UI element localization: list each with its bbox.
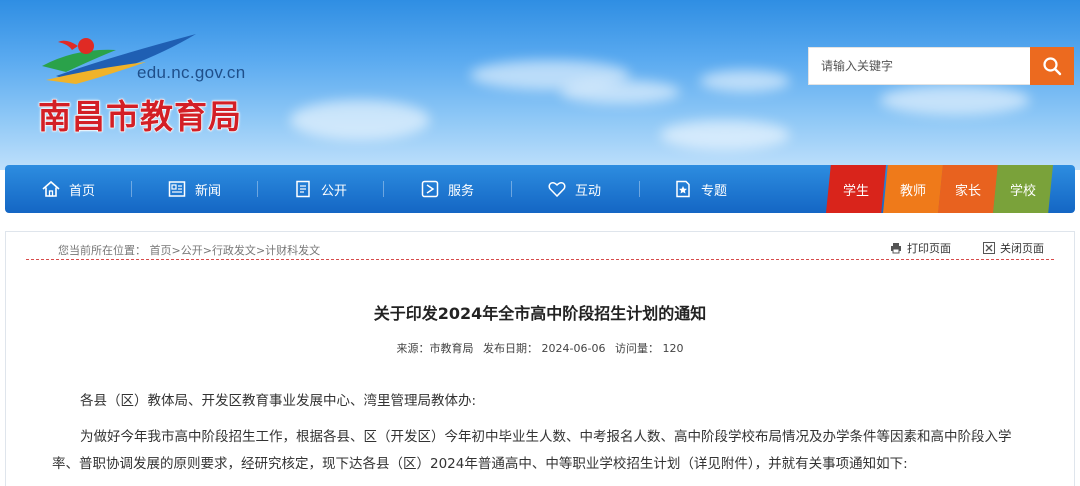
print-page-label: 打印页面 [907,242,951,255]
cloud-decoration [560,80,680,104]
nav-item-news[interactable]: 新闻 [167,165,221,213]
nav-item-home[interactable]: 首页 [41,165,95,213]
close-icon [983,242,995,254]
nav-item-public[interactable]: 公开 [293,165,347,213]
article-date: 发布日期： 2024-06-06 [483,342,606,355]
tab-label: 家长 [954,183,981,199]
tab-student[interactable]: 学生 [826,165,886,213]
breadcrumb-trail: 您当前所在位置： 首页>公开>行政发文>计财科发文 [58,242,320,258]
breadcrumb-prefix: 您当前所在位置： [58,244,146,257]
breadcrumb-link-finance-docs[interactable]: 计财科发文 [265,244,320,257]
nav-item-label: 互动 [575,183,602,199]
nav-item-service[interactable]: 服务 [420,165,474,213]
nav-item-label: 首页 [69,183,96,199]
service-arrow-icon [421,180,439,198]
nav-divider [257,181,258,197]
site-domain: edu.nc.gov.cn [137,63,246,82]
tab-parent[interactable]: 家长 [938,165,998,213]
tab-label: 学生 [842,183,869,199]
star-document-icon [676,180,690,198]
tab-label: 教师 [899,183,926,199]
search-input[interactable] [809,48,1030,84]
close-page-button[interactable]: 关闭页面 [983,240,1044,256]
cloud-decoration [290,100,430,140]
nav-item-interact[interactable]: 互动 [547,165,601,213]
tab-school[interactable]: 学校 [993,165,1053,213]
site-title[interactable]: 南昌市教育局 [38,90,242,138]
breadcrumb-separator: > [255,244,266,257]
nav-item-label: 服务 [448,183,475,199]
newspaper-icon [168,181,186,197]
cloud-decoration [660,120,790,150]
article-source: 来源：市教育局 [396,342,474,355]
breadcrumb-link-home[interactable]: 首页 [150,244,172,257]
article-salutation: 各县（区）教体局、开发区教育事业发展中心、湾里管理局教体办: [80,393,477,409]
cloud-decoration [700,70,790,92]
breadcrumb-separator: > [202,244,212,257]
article-container: 您当前所在位置： 首页>公开>行政发文>计财科发文 打印页面 关闭页面 关于印发… [5,231,1075,486]
nav-item-label: 新闻 [195,183,222,199]
nav-divider [131,181,132,197]
search-icon [1043,57,1062,76]
breadcrumb-link-public[interactable]: 公开 [181,244,203,257]
print-page-button[interactable]: 打印页面 [890,240,951,256]
nav-item-label: 专题 [701,183,728,199]
nav-item-label: 公开 [321,183,348,199]
breadcrumb-separator: > [171,244,181,257]
nav-item-topics[interactable]: 专题 [673,165,727,213]
cloud-decoration [880,85,1030,115]
home-icon [42,180,60,197]
nav-divider [639,181,640,197]
close-page-label: 关闭页面 [1000,242,1044,255]
nav-divider [511,181,512,197]
main-nav: 首页 新闻 公开 服务 互动 专题 学生 教师 家长 学校 [5,165,1075,213]
tab-teacher[interactable]: 教师 [883,165,943,213]
print-icon [891,243,901,254]
article-title: 关于印发2024年全市高中阶段招生计划的通知 [373,304,707,323]
nav-divider [383,181,384,197]
breadcrumb-link-admin-docs[interactable]: 行政发文 [212,244,256,257]
search-button[interactable] [1030,47,1074,85]
article-views: 访问量： 120 [614,342,684,355]
heart-icon [548,182,566,198]
site-header: edu.nc.gov.cn 南昌市教育局 [0,0,1080,170]
article-paragraph: 为做好今年我市高中阶段招生工作，根据各县、区（开发区）今年初中毕业生人数、中考报… [52,429,1012,472]
document-list-icon [296,180,310,198]
tab-label: 学校 [1009,183,1036,199]
breadcrumb: 您当前所在位置： 首页>公开>行政发文>计财科发文 打印页面 关闭页面 [26,238,1054,260]
search-box [808,47,1074,85]
article-meta: 来源：市教育局 发布日期： 2024-06-06 访问量： 120 [6,340,1074,356]
page-actions: 打印页面 关闭页面 [890,240,1044,256]
